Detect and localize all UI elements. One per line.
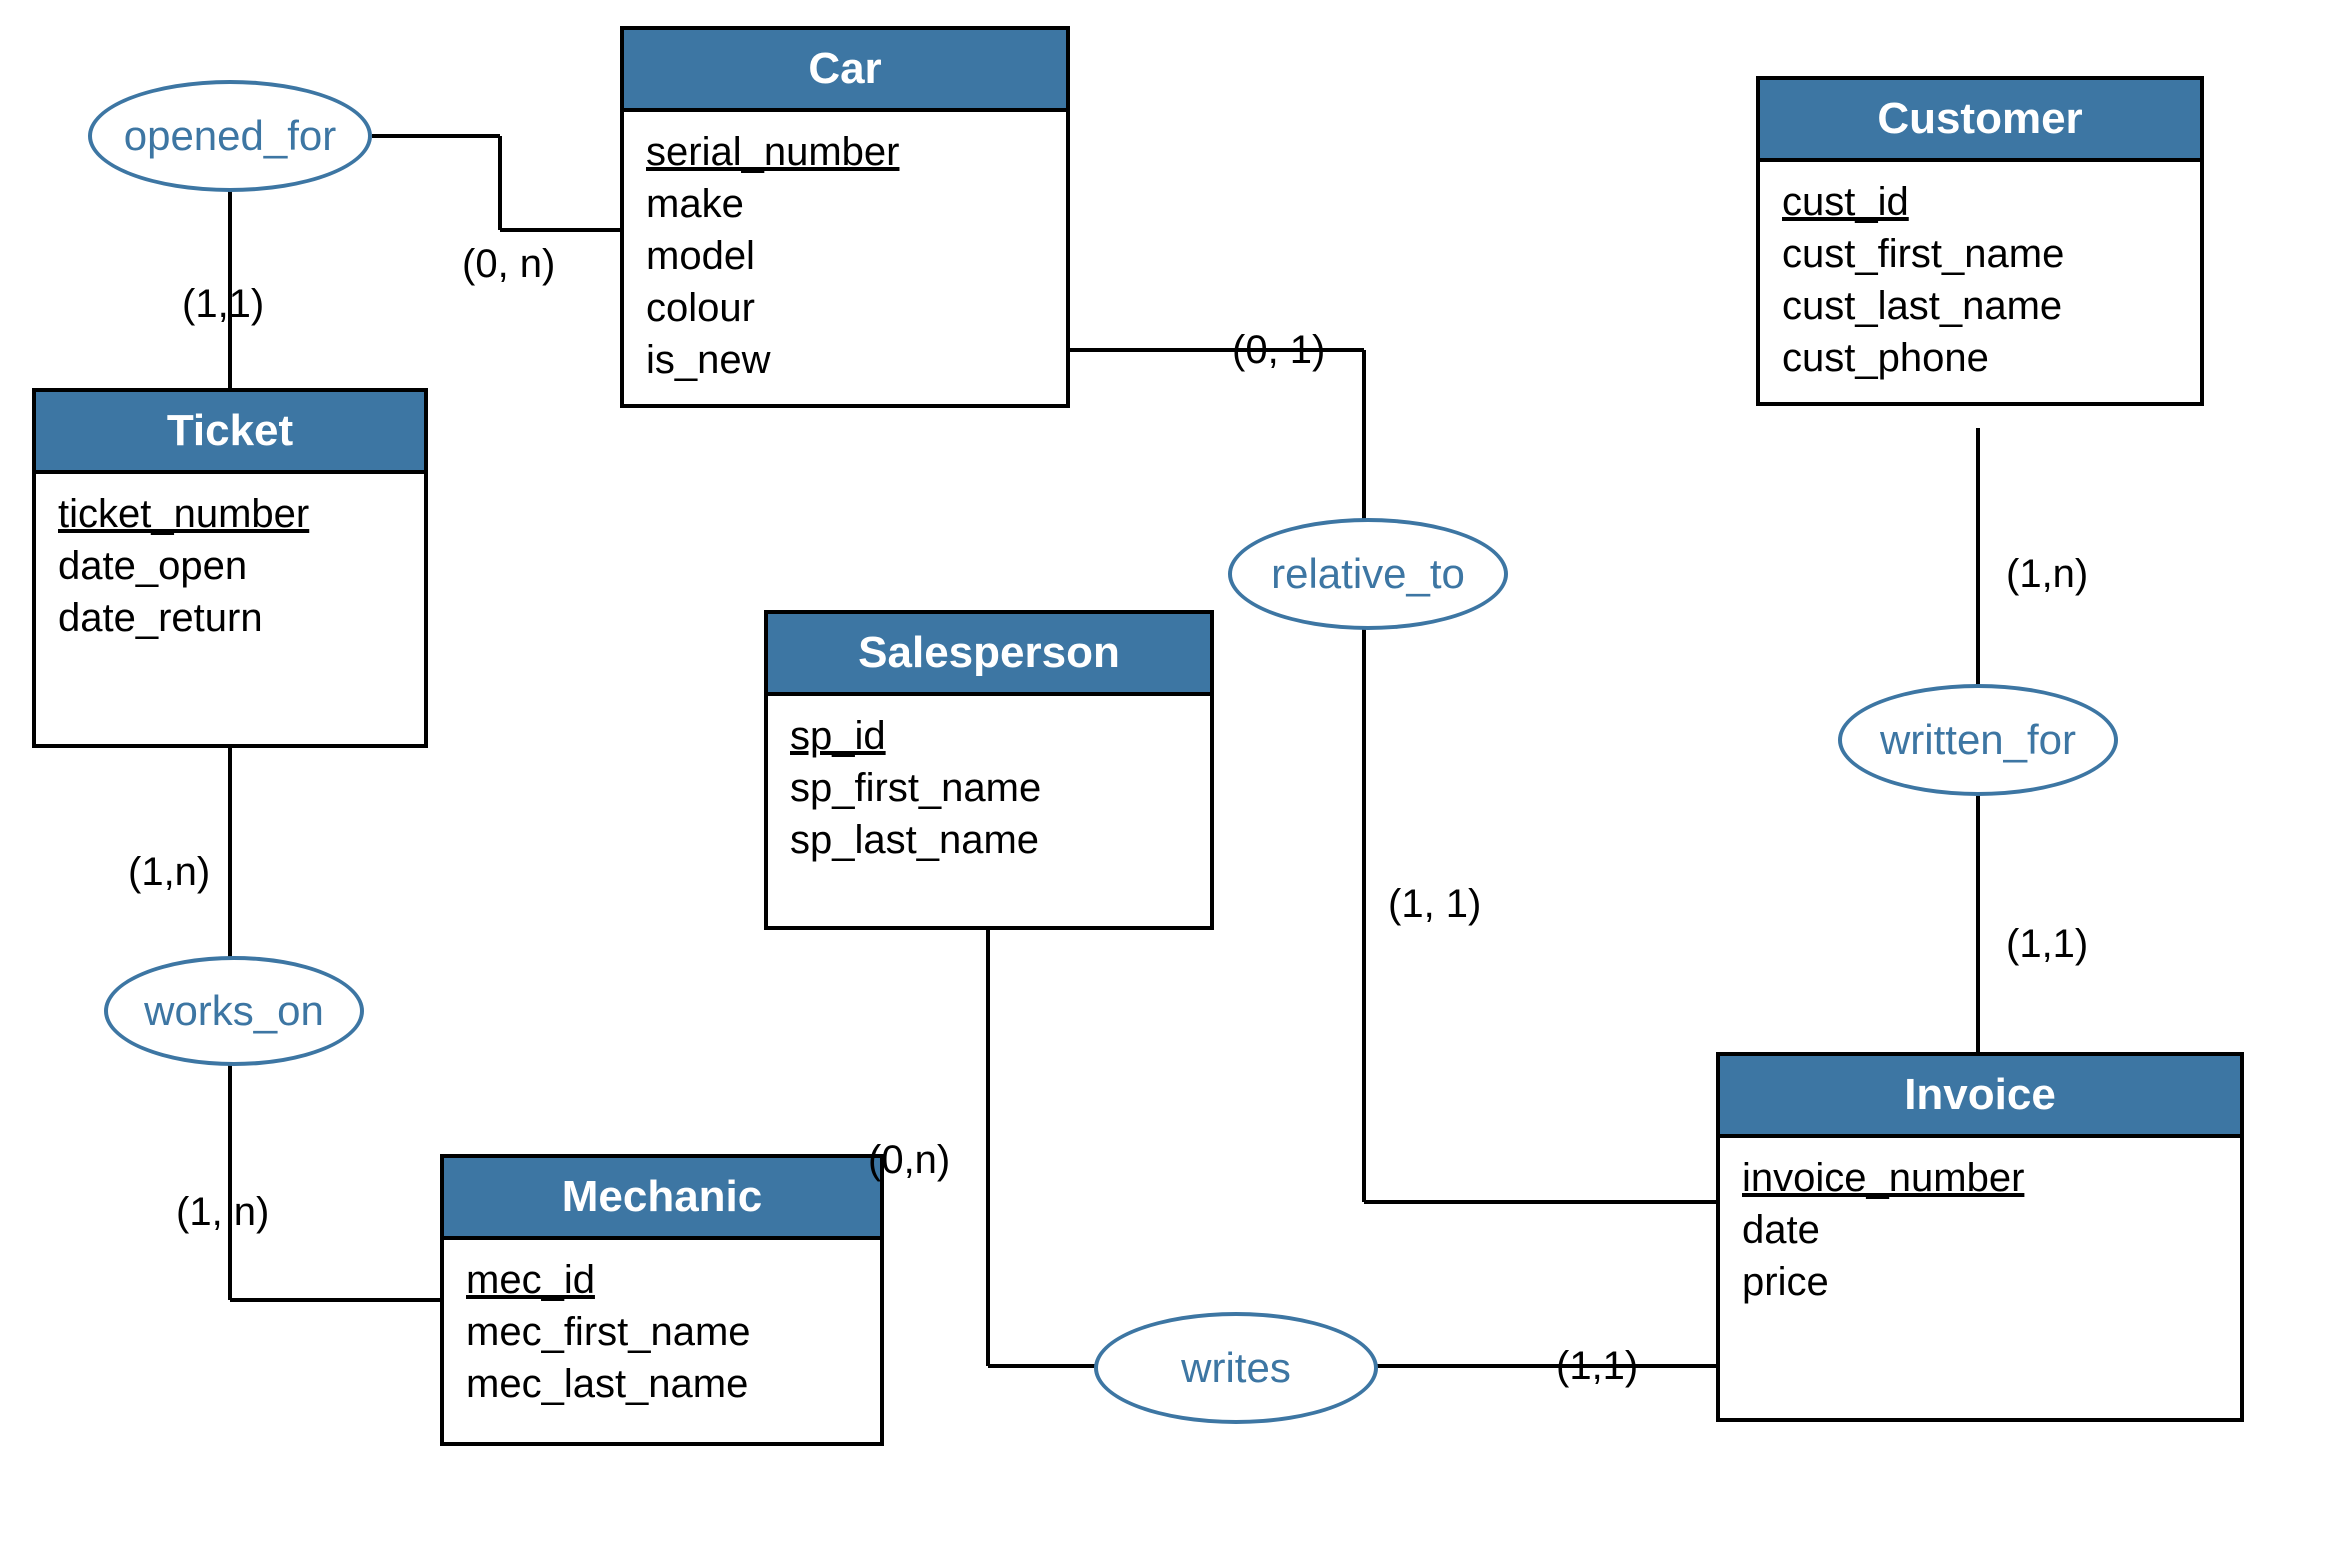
attr: colour — [646, 282, 1048, 334]
relationship-label: writes — [1181, 1341, 1291, 1395]
attr: mec_last_name — [466, 1358, 862, 1410]
entity-title: Salesperson — [858, 628, 1120, 678]
attr: ticket_number — [58, 488, 406, 540]
er-diagram: opened_for relative_to written_for works… — [0, 0, 2330, 1552]
relationship-written-for: written_for — [1838, 684, 2118, 796]
relationship-opened-for: opened_for — [88, 80, 372, 192]
cardinality: (1,1) — [2006, 918, 2088, 970]
cardinality: (1,1) — [182, 278, 264, 330]
cardinality: (1,n) — [2006, 548, 2088, 600]
attr: sp_last_name — [790, 814, 1192, 866]
relationship-writes: writes — [1094, 1312, 1378, 1424]
cardinality: (1,1) — [1556, 1340, 1638, 1392]
relationship-label: relative_to — [1271, 547, 1465, 601]
relationship-relative-to: relative_to — [1228, 518, 1508, 630]
attr: mec_first_name — [466, 1306, 862, 1358]
attr: is_new — [646, 334, 1048, 386]
entity-customer: Customer cust_id cust_first_name cust_la… — [1756, 76, 2204, 406]
entity-title: Car — [808, 44, 881, 94]
entity-body: sp_id sp_first_name sp_last_name — [768, 696, 1210, 884]
attr: cust_id — [1782, 176, 2182, 228]
entity-car: Car serial_number make model colour is_n… — [620, 26, 1070, 408]
entity-title: Invoice — [1904, 1070, 2056, 1120]
relationship-label: written_for — [1880, 713, 2076, 767]
attr: invoice_number — [1742, 1152, 2222, 1204]
attr: cust_first_name — [1782, 228, 2182, 280]
relationship-works-on: works_on — [104, 956, 364, 1066]
attr: date — [1742, 1204, 2222, 1256]
entity-body: invoice_number date price — [1720, 1138, 2240, 1326]
relationship-label: works_on — [144, 984, 324, 1038]
attr: cust_phone — [1782, 332, 2182, 384]
attr: make — [646, 178, 1048, 230]
cardinality: (0, n) — [462, 238, 555, 290]
entity-title: Mechanic — [562, 1172, 763, 1222]
attr: price — [1742, 1256, 2222, 1308]
attr: mec_id — [466, 1254, 862, 1306]
entity-title: Customer — [1877, 94, 2082, 144]
entity-body: ticket_number date_open date_return — [36, 474, 424, 662]
entity-invoice: Invoice invoice_number date price — [1716, 1052, 2244, 1422]
cardinality: (1, n) — [176, 1186, 269, 1238]
entity-body: mec_id mec_first_name mec_last_name — [444, 1240, 880, 1428]
attr: cust_last_name — [1782, 280, 2182, 332]
entity-mechanic: Mechanic mec_id mec_first_name mec_last_… — [440, 1154, 884, 1446]
attr: date_open — [58, 540, 406, 592]
attr: serial_number — [646, 126, 1048, 178]
entity-title: Ticket — [167, 406, 293, 456]
entity-ticket: Ticket ticket_number date_open date_retu… — [32, 388, 428, 748]
entity-body: serial_number make model colour is_new — [624, 112, 1066, 404]
attr: model — [646, 230, 1048, 282]
relationship-label: opened_for — [124, 109, 337, 163]
attr: date_return — [58, 592, 406, 644]
cardinality: (0,n) — [868, 1134, 950, 1186]
cardinality: (1, 1) — [1388, 878, 1481, 930]
attr: sp_id — [790, 710, 1192, 762]
entity-salesperson: Salesperson sp_id sp_first_name sp_last_… — [764, 610, 1214, 930]
attr: sp_first_name — [790, 762, 1192, 814]
entity-body: cust_id cust_first_name cust_last_name c… — [1760, 162, 2200, 402]
cardinality: (0, 1) — [1232, 324, 1325, 376]
cardinality: (1,n) — [128, 846, 210, 898]
